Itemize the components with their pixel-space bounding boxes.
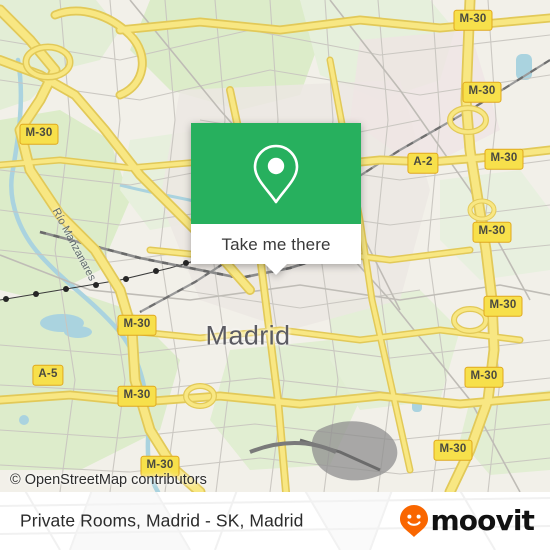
popup-action-bar[interactable]: Take me there — [191, 224, 361, 275]
openstreetmap-attribution[interactable]: © OpenStreetMap contributors — [10, 472, 207, 488]
moovit-smiley-pin-icon — [399, 505, 428, 537]
moovit-wordmark: moovit — [430, 504, 535, 537]
place-title: Private Rooms, Madrid - SK, Madrid — [20, 510, 304, 531]
moovit-logo[interactable]: moovit — [399, 504, 535, 538]
road-shield: M-30 — [117, 314, 157, 336]
road-shield: M-30 — [472, 221, 512, 243]
road-shield: A-2 — [407, 152, 439, 174]
road-shield: M-30 — [483, 295, 523, 317]
road-shield: A-5 — [32, 364, 64, 386]
popup-pointer-tail — [265, 264, 287, 275]
popup-image-panel — [191, 123, 361, 224]
location-pin-icon — [253, 144, 299, 203]
take-me-there-label: Take me there — [221, 234, 331, 254]
road-shield: M-30 — [433, 439, 473, 461]
city-label-madrid: Madrid — [205, 320, 291, 351]
road-shield: M-30 — [484, 148, 524, 170]
map-canvas[interactable]: M-30 M-30 M-30 A-5 M-30 M-30 A-2 M-30 M-… — [0, 0, 550, 492]
map-screenshot-page: M-30 M-30 M-30 A-5 M-30 M-30 A-2 M-30 M-… — [0, 0, 550, 550]
footer-bar: Private Rooms, Madrid - SK, Madrid moovi… — [0, 492, 550, 550]
road-shield: M-30 — [453, 9, 493, 31]
road-shield: M-30 — [19, 123, 59, 145]
road-shield: M-30 — [462, 81, 502, 103]
road-shield: M-30 — [464, 366, 504, 388]
road-shield: M-30 — [117, 385, 157, 407]
destination-popup-card[interactable]: Take me there — [191, 123, 361, 275]
